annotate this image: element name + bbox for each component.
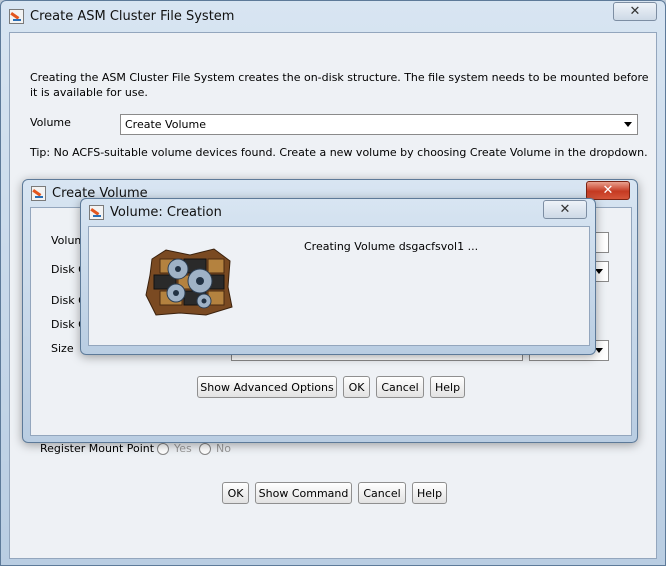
volume-creation-titlebar[interactable]: Volume: Creation xyxy=(81,199,595,225)
volume-label: Volume xyxy=(30,116,71,129)
app-icon xyxy=(89,204,104,220)
volume-dropdown[interactable]: Create Volume xyxy=(120,114,638,135)
main-title: Create ASM Cluster File System xyxy=(30,8,235,24)
register-no-radio[interactable] xyxy=(199,443,211,455)
ok-button[interactable]: OK xyxy=(222,482,249,504)
create-volume-ok-button[interactable]: OK xyxy=(343,376,370,398)
creation-message: Creating Volume dsgacfsvol1 ... xyxy=(304,240,479,253)
close-icon: ✕ xyxy=(629,4,641,19)
register-mount-point-label: Register Mount Point xyxy=(40,442,155,455)
app-icon xyxy=(31,185,46,201)
tip-text: Tip: No ACFS-suitable volume devices fou… xyxy=(30,146,648,159)
show-command-button[interactable]: Show Command xyxy=(255,482,352,504)
main-close-button[interactable]: ✕ xyxy=(613,2,657,21)
register-yes-radio[interactable] xyxy=(157,443,169,455)
main-titlebar[interactable]: Create ASM Cluster File System xyxy=(1,1,665,31)
chevron-down-icon xyxy=(595,269,603,274)
volume-creation-title: Volume: Creation xyxy=(110,204,222,220)
create-volume-close-button[interactable]: ✕ xyxy=(586,181,630,200)
create-volume-cancel-button[interactable]: Cancel xyxy=(376,376,424,398)
volume-creation-content: Creating Volume dsgacfsvol1 ... xyxy=(88,226,590,346)
volume-creation-dialog: Volume: Creation ✕ Creating Volume dsgac… xyxy=(80,198,596,355)
register-yes-label: Yes xyxy=(174,442,192,455)
create-volume-help-button[interactable]: Help xyxy=(430,376,465,398)
volume-dropdown-value: Create Volume xyxy=(125,118,206,131)
app-icon xyxy=(9,8,24,24)
close-icon: ✕ xyxy=(559,202,571,217)
volume-creation-close-button[interactable]: ✕ xyxy=(543,200,587,219)
close-icon: ✕ xyxy=(602,183,614,198)
show-advanced-options-button[interactable]: Show Advanced Options xyxy=(197,376,337,398)
gears-icon xyxy=(145,248,233,316)
chevron-down-icon xyxy=(624,122,632,127)
help-button[interactable]: Help xyxy=(412,482,447,504)
register-no-label: No xyxy=(216,442,231,455)
description-line-2: it is available for use. xyxy=(30,86,148,99)
size-label: Size xyxy=(51,342,74,355)
cancel-button[interactable]: Cancel xyxy=(358,482,406,504)
description-line-1: Creating the ASM Cluster File System cre… xyxy=(30,71,649,84)
chevron-down-icon xyxy=(595,348,603,353)
